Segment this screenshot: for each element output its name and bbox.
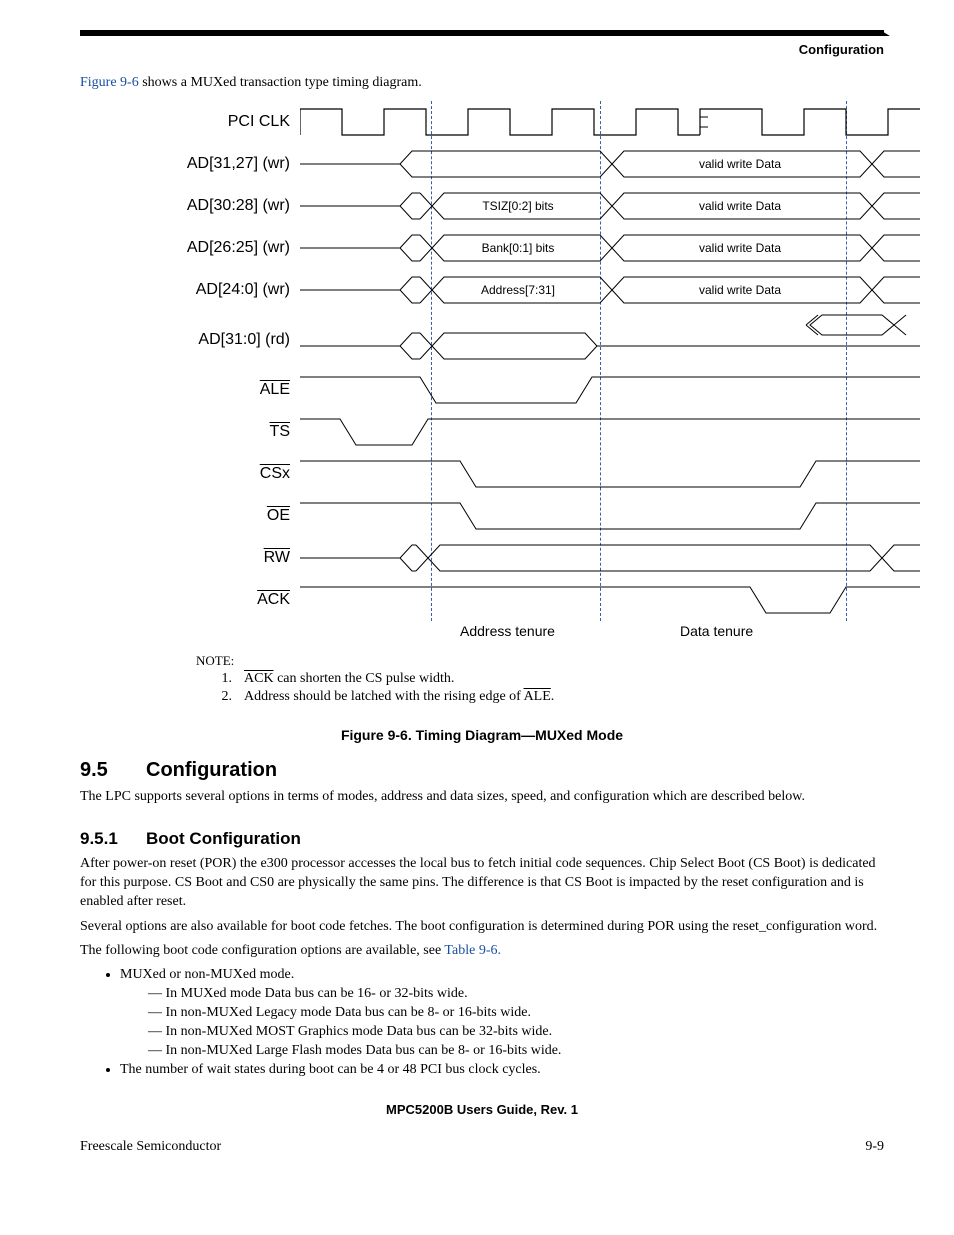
signal-label-csx: CSx: [140, 465, 300, 483]
wave-ad31-27: valid write Data: [300, 143, 884, 185]
svg-text:valid write Data: valid write Data: [699, 241, 781, 255]
section-9-5-1-heading: 9.5.1Boot Configuration: [80, 829, 884, 849]
signal-label-ad24-0: AD[24:0] (wr): [140, 281, 300, 299]
footer-doc-title: MPC5200B Users Guide, Rev. 1: [80, 1102, 884, 1117]
table-xref[interactable]: Table 9-6.: [444, 943, 501, 958]
signal-label-ad31-27: AD[31,27] (wr): [140, 155, 300, 173]
list-item: In non-MUXed Legacy mode Data bus can be…: [148, 1005, 884, 1021]
list-item: MUXed or non-MUXed mode. In MUXed mode D…: [120, 967, 884, 1059]
svg-text:Address[7:31]: Address[7:31]: [481, 283, 555, 297]
list-item: In non-MUXed MOST Graphics mode Data bus…: [148, 1024, 884, 1040]
note-1-text: ACK can shorten the CS pulse width.: [244, 671, 454, 687]
note-2-num: 2.: [196, 689, 244, 705]
phase-labels: Address tenure Data tenure: [300, 621, 884, 645]
svg-text:TSIZ[0:2] bits: TSIZ[0:2] bits: [482, 199, 553, 213]
wave-ts: [300, 411, 884, 453]
note-1-num: 1.: [196, 671, 244, 687]
intro-paragraph: Figure 9-6 shows a MUXed transaction typ…: [80, 75, 884, 91]
phase-address: Address tenure: [460, 623, 555, 639]
signal-label-ts: TS: [140, 423, 300, 441]
signal-label-ad30-28: AD[30:28] (wr): [140, 197, 300, 215]
footer-page: 9-9: [865, 1139, 884, 1155]
svg-text:valid write Data: valid write Data: [699, 283, 781, 297]
header-rule: [80, 30, 884, 36]
wave-ad26-25: Bank[0:1] bits valid write Data: [300, 227, 884, 269]
signal-label-oe: OE: [140, 507, 300, 525]
section-9-5-paragraph: The LPC supports several options in term…: [80, 788, 884, 807]
phase-data: Data tenure: [680, 623, 753, 639]
diagram-notes: NOTE: 1. ACK can shorten the CS pulse wi…: [196, 653, 884, 705]
signal-label-pciclk: PCI CLK: [140, 113, 300, 131]
svg-text:Bank[0:1] bits: Bank[0:1] bits: [482, 241, 555, 255]
wave-pciclk: [300, 101, 884, 143]
note-title: NOTE:: [196, 653, 884, 669]
wave-oe: [300, 495, 884, 537]
list-item: The number of wait states during boot ca…: [120, 1062, 884, 1078]
svg-text:valid write Data: valid write Data: [699, 157, 781, 171]
header-section-label: Configuration: [80, 42, 884, 57]
section-9-5-heading: 9.5Configuration: [80, 759, 884, 782]
signal-label-ad26-25: AD[26:25] (wr): [140, 239, 300, 257]
figure-xref[interactable]: Figure 9-6: [80, 75, 139, 90]
boot-options-list: MUXed or non-MUXed mode. In MUXed mode D…: [120, 967, 884, 1078]
timing-diagram: PCI CLK AD[31,27] (wr) valid write Data: [140, 101, 884, 645]
signal-label-ack: ACK: [140, 591, 300, 609]
figure-caption: Figure 9-6. Timing Diagram—MUXed Mode: [80, 727, 884, 743]
wave-ack: [300, 579, 884, 621]
section-9-5-1-p1: After power-on reset (POR) the e300 proc…: [80, 855, 884, 912]
list-item: In non-MUXed Large Flash modes Data bus …: [148, 1043, 884, 1059]
footer-left: Freescale Semiconductor: [80, 1139, 221, 1155]
wave-ad24-0: Address[7:31] valid write Data: [300, 269, 884, 311]
signal-label-rw: RW: [140, 549, 300, 567]
signal-label-ad31-0-rd: AD[31:0] (rd): [140, 331, 300, 349]
svg-text:valid read Data: valid read Data: [815, 311, 890, 312]
list-item: In MUXed mode Data bus can be 16- or 32-…: [148, 986, 884, 1002]
wave-ale: [300, 369, 884, 411]
note-2-text: Address should be latched with the risin…: [244, 689, 554, 705]
section-9-5-1-p2: Several options are also available for b…: [80, 918, 884, 937]
wave-csx: [300, 453, 884, 495]
wave-ad31-0-rd: valid read Data: [300, 311, 884, 369]
wave-ad30-28: TSIZ[0:2] bits valid write Data: [300, 185, 884, 227]
section-9-5-1-p3: The following boot code configuration op…: [80, 942, 884, 961]
wave-rw: [300, 537, 884, 579]
svg-text:valid write Data: valid write Data: [699, 199, 781, 213]
signal-label-ale: ALE: [140, 381, 300, 399]
